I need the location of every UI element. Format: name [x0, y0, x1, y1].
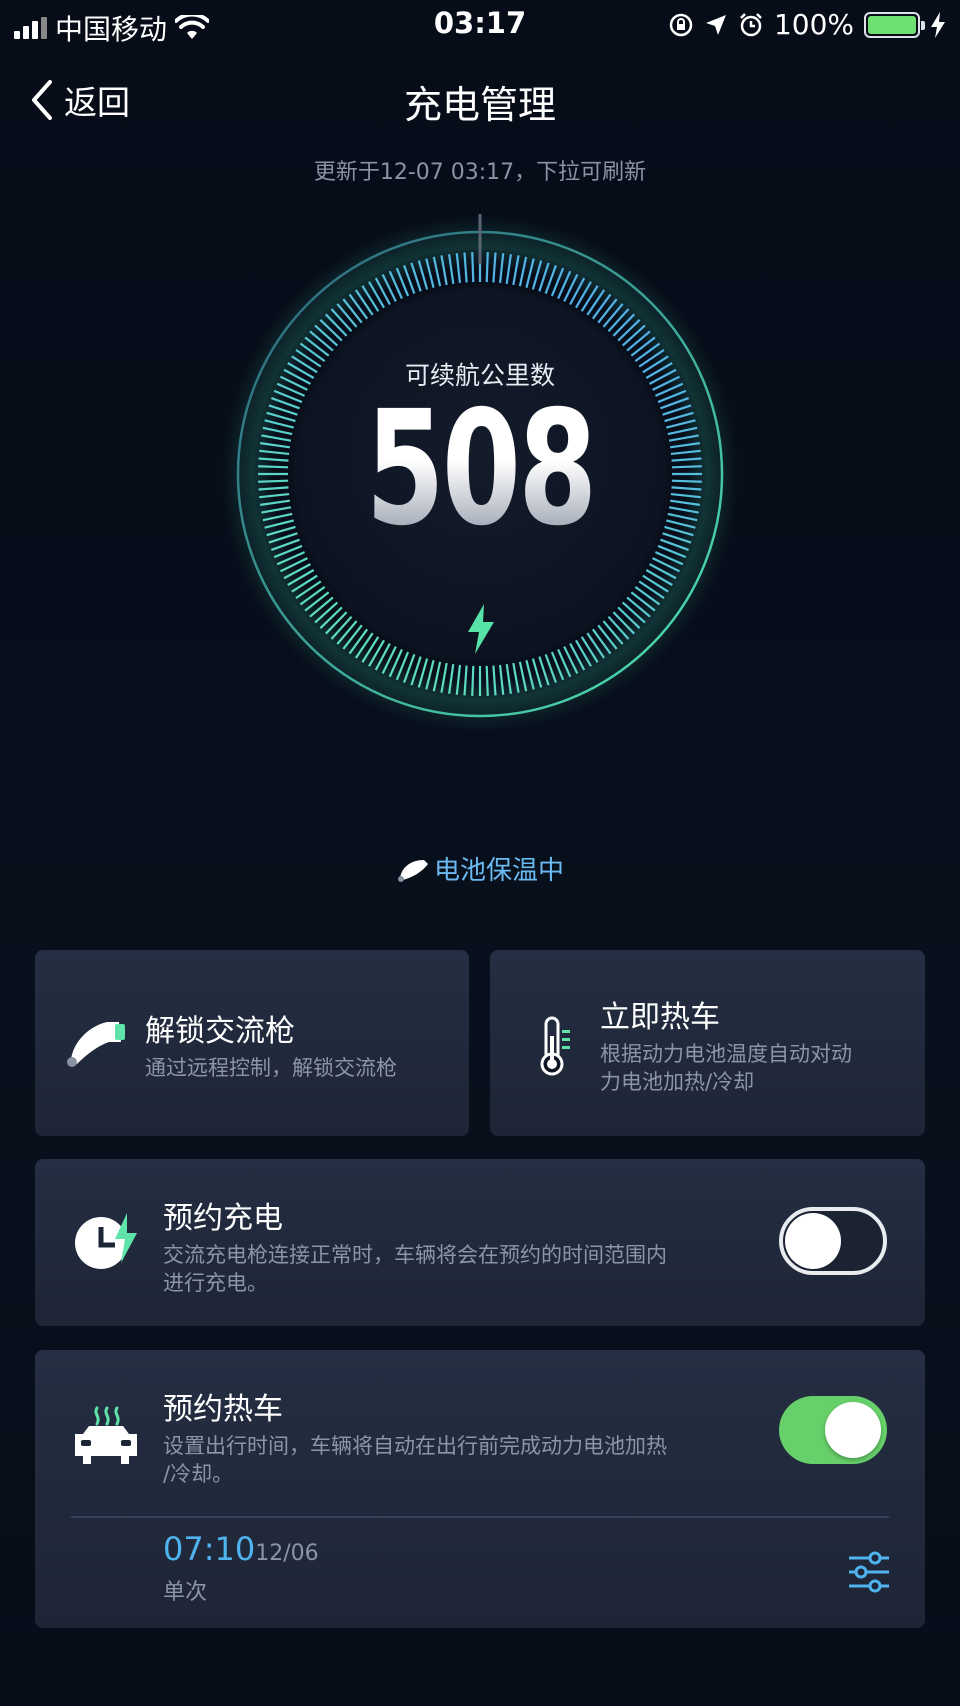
- range-gauge: 可续航公里数 508: [220, 204, 740, 734]
- schedule-time: 07:10: [163, 1530, 256, 1568]
- gauge-tick: [485, 252, 489, 283]
- card-divider: [71, 1516, 889, 1518]
- gauge-tick: [671, 479, 702, 483]
- schedule-charge-desc-line1: 交流充电枪连接正常时，车辆将会在预约的时间范围内: [163, 1243, 667, 1267]
- schedule-heat-toggle[interactable]: [779, 1396, 887, 1464]
- heat-now-desc-line1: 根据动力电池温度自动对动: [600, 1042, 852, 1066]
- schedule-date: 12/06: [255, 1541, 319, 1566]
- car-heating-icon: [75, 1406, 137, 1464]
- battery-status: 电池保温中: [0, 850, 960, 887]
- range-value: 508: [293, 390, 667, 548]
- heat-now-desc-line2: 力电池加热/冷却: [600, 1070, 755, 1094]
- rotation-lock-icon: [669, 13, 693, 36]
- charging-bolt-icon: [931, 11, 945, 38]
- charging-management-screen: 中国移动 03:17 100% 返回 充电管理 更新于12-07 03:17，下…: [0, 0, 960, 1706]
- unlock-card-title: 解锁交流枪: [145, 1014, 295, 1049]
- gauge-tick: [258, 479, 289, 483]
- battery-status-text: 电池保温中: [433, 856, 564, 886]
- heat-now-card[interactable]: 立即热车 根据动力电池温度自动对动 力电池加热/冷却: [490, 950, 925, 1136]
- clock-bolt-icon: [75, 1213, 137, 1269]
- schedule-charge-toggle[interactable]: [779, 1207, 887, 1275]
- schedule-heat-desc-line2: /冷却。: [163, 1462, 234, 1486]
- schedule-charge-title: 预约充电: [163, 1201, 283, 1236]
- charging-gun-icon: [67, 1022, 125, 1067]
- update-timestamp: 更新于12-07 03:17，下拉可刷新: [313, 160, 647, 185]
- gauge-tick: [671, 465, 702, 469]
- toggle-knob: [825, 1402, 881, 1458]
- schedule-entry[interactable]: 07:1012/06 单次: [163, 1530, 763, 1610]
- unlock-ac-gun-card[interactable]: 解锁交流枪 通过远程控制，解锁交流枪: [35, 950, 469, 1136]
- status-right: 100%: [668, 8, 946, 41]
- battery-warming-icon: [397, 859, 428, 882]
- gauge-tick: [258, 465, 289, 469]
- schedule-repeat: 单次: [163, 1580, 208, 1605]
- gauge-tick: [471, 665, 475, 696]
- schedule-heat-card: 预约热车 设置出行时间，车辆将自动在出行前完成动力电池加热 /冷却。 07:10…: [35, 1350, 925, 1628]
- schedule-heat-title: 预约热车: [163, 1392, 283, 1427]
- schedule-heat-desc-line1: 设置出行时间，车辆将自动在出行前完成动力电池加热: [163, 1434, 667, 1458]
- status-bar: 中国移动 03:17 100%: [0, 0, 960, 48]
- charging-bolt-icon: [468, 604, 494, 654]
- nav-bar: 返回 充电管理: [0, 62, 960, 134]
- heat-now-title: 立即热车: [600, 1000, 720, 1035]
- unlock-card-desc: 通过远程控制，解锁交流枪: [145, 1056, 397, 1080]
- gauge-tick: [471, 252, 475, 283]
- battery-percent: 100%: [773, 8, 854, 41]
- alarm-icon: [740, 12, 762, 36]
- page-title: 充电管理: [403, 83, 556, 127]
- schedule-charge-card: 预约充电 交流充电枪连接正常时，车辆将会在预约的时间范围内 进行充电。: [35, 1159, 925, 1326]
- location-icon: [705, 14, 726, 35]
- gauge-tick: [485, 665, 489, 696]
- schedule-charge-desc-line2: 进行充电。: [163, 1271, 268, 1295]
- thermometer-icon: [540, 1016, 570, 1076]
- battery-icon: [864, 11, 925, 38]
- settings-sliders-icon[interactable]: [847, 1550, 891, 1594]
- toggle-knob: [785, 1213, 841, 1269]
